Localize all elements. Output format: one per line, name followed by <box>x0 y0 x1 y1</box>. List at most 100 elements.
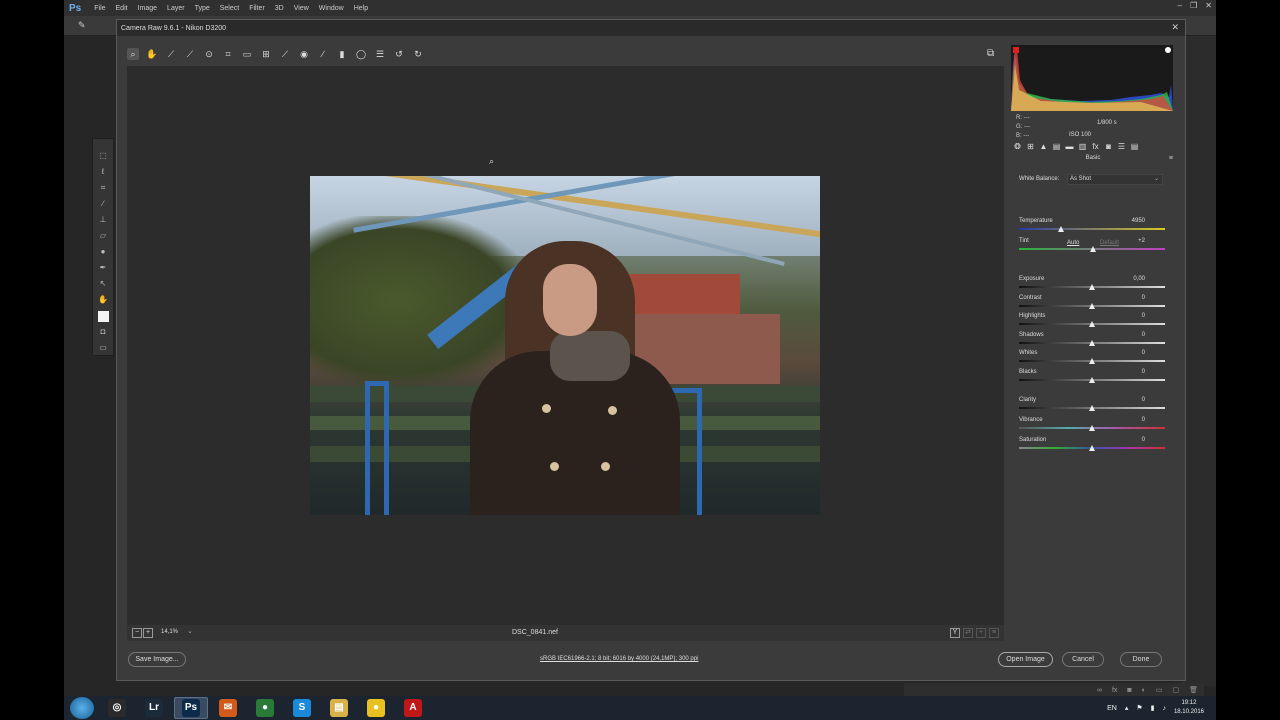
copy-settings-icon[interactable]: + <box>976 628 986 638</box>
eyedropper-tool-icon[interactable]: ∕ <box>97 197 109 210</box>
panel-menu-icon[interactable]: ≡ <box>1169 155 1173 162</box>
rotate-ccw-icon[interactable]: ↺ <box>393 48 405 60</box>
zoom-dropdown-icon[interactable]: ⌄ <box>187 627 193 635</box>
adjustment-brush-icon[interactable]: ∕ <box>317 48 329 60</box>
before-after-icon[interactable]: Y <box>950 628 960 638</box>
slider-tint-thumb[interactable] <box>1089 246 1096 252</box>
tab-split-toning-icon[interactable]: ▬ <box>1065 142 1074 151</box>
taskbar-explorer-icon[interactable]: ▤ <box>322 697 356 719</box>
brush-tool-icon[interactable]: ● <box>97 245 109 258</box>
color-sampler-icon[interactable]: ⟋ <box>184 48 196 60</box>
menu-file[interactable]: File <box>94 5 105 12</box>
crop-icon[interactable]: ⌗ <box>222 48 234 60</box>
slider-saturation-value[interactable]: 0 <box>1105 437 1145 443</box>
menu-help[interactable]: Help <box>354 5 368 12</box>
slider-saturation[interactable]: Saturation 0 <box>1019 437 1167 455</box>
volume-icon[interactable]: ♪ <box>1162 705 1166 712</box>
menu-select[interactable]: Select <box>220 5 239 12</box>
tray-arrow-icon[interactable]: ▴ <box>1125 704 1129 712</box>
graduated-filter-icon[interactable]: ▮ <box>336 48 348 60</box>
taskbar-norton-icon[interactable]: ● <box>359 697 393 719</box>
menu-layer[interactable]: Layer <box>167 5 185 12</box>
tab-basic-icon[interactable]: ❂ <box>1013 142 1022 151</box>
done-button[interactable]: Done <box>1120 652 1162 667</box>
slider-temperature-track[interactable] <box>1019 228 1165 230</box>
swap-icon[interactable]: ⇄ <box>963 628 973 638</box>
slider-temperature-value[interactable]: 4950 <box>1105 218 1145 224</box>
slider-clarity[interactable]: Clarity 0 <box>1019 397 1167 415</box>
close-icon[interactable]: ✕ <box>1171 22 1179 33</box>
marquee-tool-icon[interactable]: ⬚ <box>97 149 109 162</box>
menu-type[interactable]: Type <box>195 5 210 12</box>
slider-contrast-thumb[interactable] <box>1089 303 1095 309</box>
link-icon[interactable]: ∞ <box>1097 687 1102 694</box>
preferences-icon[interactable]: ☰ <box>374 48 386 60</box>
slider-clarity-thumb[interactable] <box>1089 405 1095 411</box>
white-balance-select[interactable]: As Shot ⌄ <box>1067 174 1163 185</box>
quick-mask-icon[interactable]: ◘ <box>97 325 109 338</box>
path-select-tool-icon[interactable]: ↖ <box>97 277 109 290</box>
slider-whites-thumb[interactable] <box>1089 358 1095 364</box>
eraser-tool-icon[interactable]: ▱ <box>97 229 109 242</box>
slider-contrast[interactable]: Contrast 0 <box>1019 295 1167 313</box>
brush-preset-icon[interactable]: ✎ <box>78 20 86 31</box>
transform-icon[interactable]: ⊞ <box>260 48 272 60</box>
network-icon[interactable]: ▮ <box>1151 704 1155 712</box>
tab-effects-icon[interactable]: fx <box>1091 142 1100 151</box>
tab-snapshots-icon[interactable]: ▤ <box>1130 142 1139 151</box>
slider-vibrance[interactable]: Vibrance 0 <box>1019 417 1167 435</box>
tab-hsl-icon[interactable]: ▤ <box>1052 142 1061 151</box>
menu-3d[interactable]: 3D <box>275 5 284 12</box>
cancel-button[interactable]: Cancel <box>1062 652 1104 667</box>
zoom-icon[interactable]: ⌕ <box>127 48 139 60</box>
menu-filter[interactable]: Filter <box>249 5 265 12</box>
spot-removal-icon[interactable]: ⟋ <box>279 48 291 60</box>
taskbar-chrome-icon[interactable]: ● <box>248 697 282 719</box>
taskbar-acrobat-icon[interactable]: A <box>396 697 430 719</box>
slider-vibrance-thumb[interactable] <box>1089 425 1095 431</box>
photo-preview[interactable] <box>310 176 820 515</box>
restore-icon[interactable]: ❐ <box>1190 1 1197 10</box>
pen-tool-icon[interactable]: ✒ <box>97 261 109 274</box>
minimize-icon[interactable]: – <box>1178 1 1182 10</box>
zoom-out-icon[interactable]: − <box>132 628 142 638</box>
new-layer-icon[interactable]: ▢ <box>1172 686 1179 694</box>
slider-contrast-value[interactable]: 0 <box>1105 295 1145 301</box>
image-preview[interactable]: ⌕ <box>127 66 1004 625</box>
slider-saturation-thumb[interactable] <box>1089 445 1095 451</box>
mask-icon[interactable]: ◙ <box>1127 687 1131 694</box>
hand-tool-icon[interactable]: ✋ <box>97 293 109 306</box>
zoom-level[interactable]: 14,1% <box>161 629 178 635</box>
straighten-icon[interactable]: ▭ <box>241 48 253 60</box>
slider-highlights-thumb[interactable] <box>1089 321 1095 327</box>
zoom-in-icon[interactable]: + <box>143 628 153 638</box>
taskbar-skype-icon[interactable]: S <box>285 697 319 719</box>
slider-highlights[interactable]: Highlights 0 <box>1019 313 1167 331</box>
taskbar-mail-icon[interactable]: ✉ <box>211 697 245 719</box>
workflow-options-link[interactable]: sRGB IEC61966-2.1; 8 bit; 6016 by 4000 (… <box>540 656 698 662</box>
slider-whites[interactable]: Whites 0 <box>1019 350 1167 368</box>
lasso-tool-icon[interactable]: ℓ <box>97 165 109 178</box>
slider-blacks-value[interactable]: 0 <box>1105 369 1145 375</box>
tab-camera-calibration-icon[interactable]: ◙ <box>1104 142 1113 151</box>
slider-vibrance-value[interactable]: 0 <box>1105 417 1145 423</box>
red-eye-icon[interactable]: ◉ <box>298 48 310 60</box>
language-indicator[interactable]: EN <box>1107 705 1117 712</box>
stamp-tool-icon[interactable]: ⊥ <box>97 213 109 226</box>
slider-clarity-value[interactable]: 0 <box>1105 397 1145 403</box>
open-image-button[interactable]: Open Image <box>998 652 1053 667</box>
slider-exposure[interactable]: Exposure 0,00 <box>1019 276 1167 294</box>
shadow-clipping-icon[interactable] <box>1013 47 1019 53</box>
menu-view[interactable]: View <box>294 5 309 12</box>
taskbar-photoshop-icon[interactable]: Ps <box>174 697 208 719</box>
slider-exposure-thumb[interactable] <box>1089 284 1095 290</box>
clock[interactable]: 19:12 18.10.2016 <box>1174 699 1204 717</box>
save-image-button[interactable]: Save Image... <box>128 652 186 667</box>
slider-exposure-value[interactable]: 0,00 <box>1105 276 1145 282</box>
color-swatch[interactable] <box>97 311 109 322</box>
fullscreen-icon[interactable]: ⧉ <box>987 48 994 59</box>
fx-icon[interactable]: fx <box>1112 687 1117 694</box>
slider-tint-value[interactable]: +2 <box>1105 238 1145 244</box>
screen-mode-icon[interactable]: ▭ <box>97 341 109 354</box>
slider-highlights-value[interactable]: 0 <box>1105 313 1145 319</box>
